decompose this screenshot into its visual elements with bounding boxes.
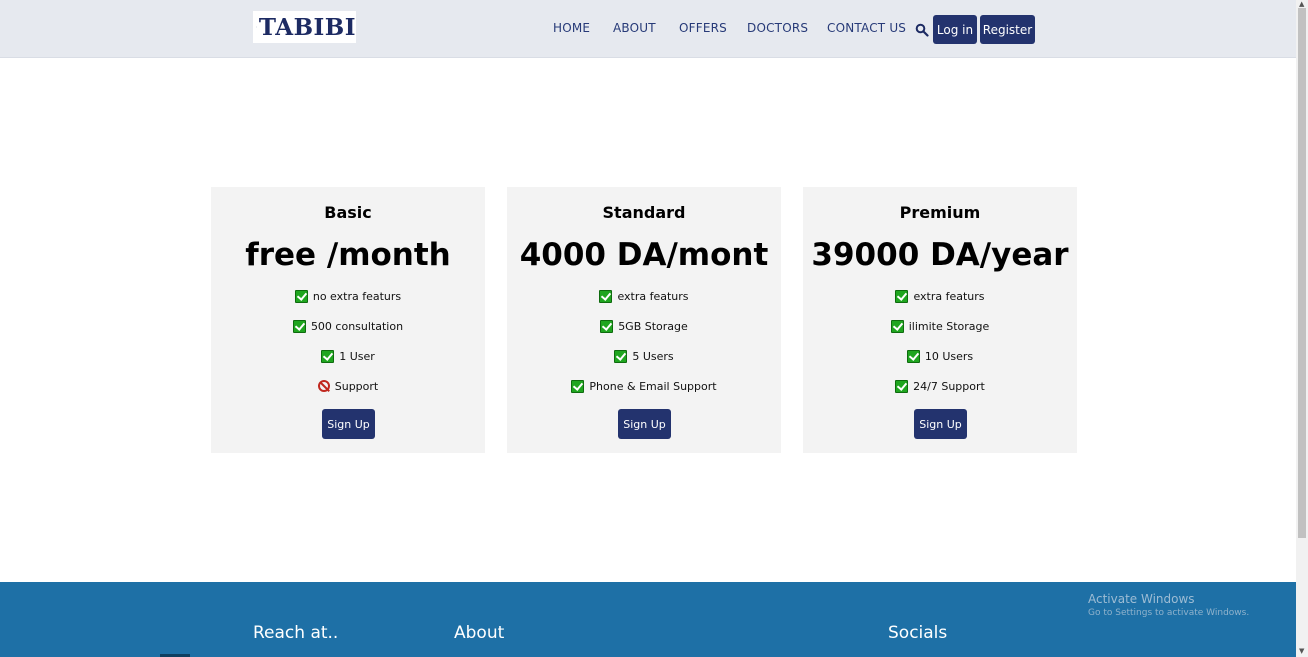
feature-label: 500 consultation <box>310 319 404 333</box>
activation-watermark-subtitle: Go to Settings to activate Windows. <box>1088 608 1250 618</box>
feature-item: ilimite Storage <box>803 318 1077 334</box>
nav-link-about[interactable]: ABOUT <box>613 21 656 35</box>
login-button[interactable]: Log in <box>933 15 977 44</box>
plan-price: 39000 DA/year <box>811 237 1069 273</box>
nav-link-doctors[interactable]: DOCTORS <box>747 21 808 35</box>
feature-item: no extra featurs <box>211 288 485 304</box>
plan-title: Basic <box>324 203 372 222</box>
scrollbar-thumb[interactable] <box>1298 8 1306 538</box>
activation-watermark-title: Activate Windows <box>1088 592 1195 606</box>
signup-button-basic[interactable]: Sign Up <box>322 409 375 439</box>
feature-item: 5GB Storage <box>507 318 781 334</box>
plan-price: 4000 DA/mont <box>519 237 769 273</box>
signup-button-premium[interactable]: Sign Up <box>914 409 967 439</box>
feature-item: 500 consultation <box>211 318 485 334</box>
brand-name: TABIBI <box>258 13 356 41</box>
pricing-card-standard: Standard 4000 DA/mont extra featurs 5GB … <box>507 187 781 453</box>
feature-item: 1 User <box>211 348 485 364</box>
checkmark-icon <box>292 319 306 333</box>
feature-item: extra featurs <box>803 288 1077 304</box>
pricing-card-basic: Basic free /month no extra featurs 500 c… <box>211 187 485 453</box>
checkmark-icon <box>895 289 909 303</box>
feature-label: extra featurs <box>913 289 985 303</box>
feature-item: 24/7 Support <box>803 378 1077 394</box>
checkmark-icon <box>895 379 909 393</box>
checkmark-icon <box>321 349 335 363</box>
feature-label: Support <box>334 379 379 393</box>
signup-button-standard[interactable]: Sign Up <box>618 409 671 439</box>
checkmark-icon <box>906 349 920 363</box>
checkmark-icon <box>294 289 308 303</box>
checkmark-icon <box>599 289 613 303</box>
plan-price: free /month <box>245 237 451 273</box>
scroll-up-icon[interactable]: ▲ <box>1299 1 1304 8</box>
footer-heading-socials: Socials <box>888 623 948 643</box>
scroll-down-icon[interactable]: ▼ <box>1299 648 1304 655</box>
pricing-card-premium: Premium 39000 DA/year extra featurs ilim… <box>803 187 1077 453</box>
feature-label: 10 Users <box>924 349 974 363</box>
search-icon[interactable] <box>915 23 929 37</box>
stethoscope-icon <box>256 26 257 28</box>
feature-label: 5GB Storage <box>618 319 688 333</box>
checkmark-icon <box>614 349 628 363</box>
footer-heading-about: About <box>454 623 505 643</box>
plan-title: Standard <box>602 203 686 222</box>
feature-item: 5 Users <box>507 348 781 364</box>
feature-label: 1 User <box>339 349 375 363</box>
feature-item: extra featurs <box>507 288 781 304</box>
feature-label: no extra featurs <box>312 289 402 303</box>
feature-item: Support <box>211 378 485 394</box>
nav-link-home[interactable]: HOME <box>553 21 590 35</box>
feature-label: 24/7 Support <box>913 379 985 393</box>
checkmark-icon <box>571 379 585 393</box>
plan-title: Premium <box>899 203 981 222</box>
navbar: TABIBI HOME ABOUT OFFERS DOCTORS CONTACT… <box>0 0 1296 58</box>
footer-heading-reach: Reach at.. <box>253 623 339 643</box>
feature-item: 10 Users <box>803 348 1077 364</box>
feature-label: Phone & Email Support <box>589 379 717 393</box>
nav-link-contact[interactable]: CONTACT US <box>827 21 906 35</box>
page-scrollbar[interactable]: ▲ ▼ <box>1296 0 1308 657</box>
feature-item: Phone & Email Support <box>507 378 781 394</box>
feature-label: 5 Users <box>632 349 674 363</box>
feature-label: extra featurs <box>617 289 689 303</box>
checkmark-icon <box>890 319 904 333</box>
prohibited-icon <box>317 380 330 392</box>
brand-logo[interactable]: TABIBI <box>253 11 356 43</box>
feature-label: ilimite Storage <box>908 319 990 333</box>
nav-link-offers[interactable]: OFFERS <box>679 21 727 35</box>
register-button[interactable]: Register <box>980 15 1035 44</box>
checkmark-icon <box>600 319 614 333</box>
